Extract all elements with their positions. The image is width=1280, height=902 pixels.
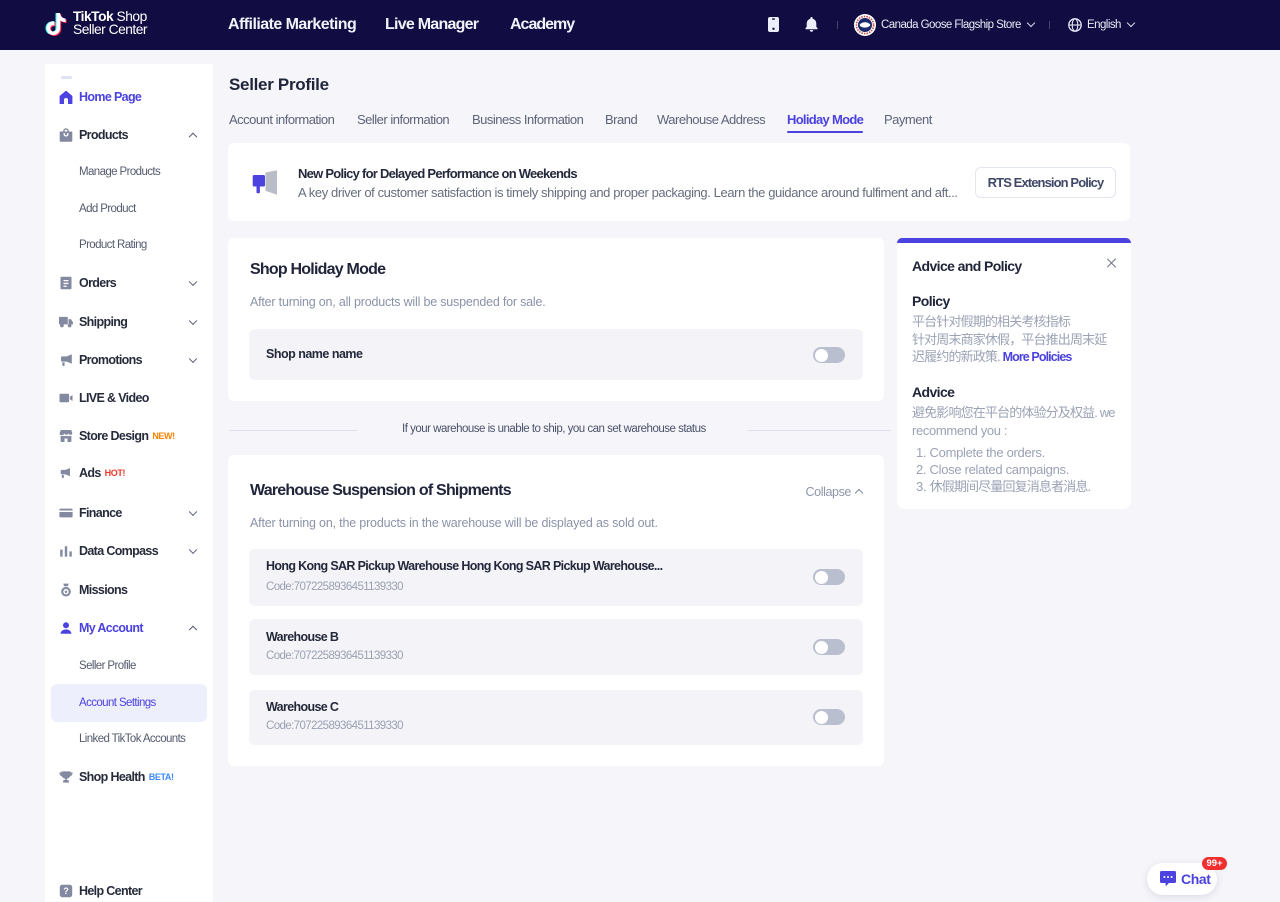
svg-text:?: ?: [63, 886, 69, 896]
